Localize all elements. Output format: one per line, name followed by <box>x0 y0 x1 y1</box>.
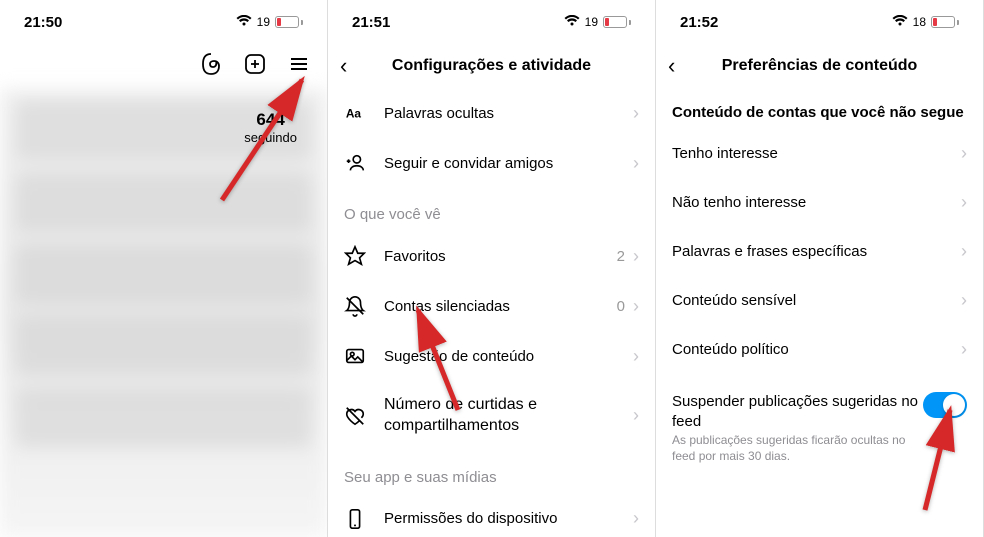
section-what-you-see: O que você vê <box>328 188 655 231</box>
annotation-arrow <box>895 400 975 525</box>
item-political-content[interactable]: Conteúdo político › <box>656 325 983 374</box>
toggle-label-group: Suspender publicações sugeridas no feed … <box>672 392 923 464</box>
status-bar: 21:52 18 <box>656 0 983 44</box>
item-permissions[interactable]: Permissões do dispositivo › <box>328 494 655 537</box>
settings-header: ‹ Preferências de conteúdo <box>656 44 983 88</box>
annotation-arrow <box>378 300 478 425</box>
toggle-sublabel: As publicações sugeridas ficarão ocultas… <box>672 433 923 464</box>
wifi-icon <box>564 14 580 31</box>
heart-off-icon <box>344 405 372 427</box>
screen-profile: 21:50 19 644 seguindo <box>0 0 328 537</box>
chevron-right-icon: › <box>961 143 967 164</box>
chevron-right-icon: › <box>961 339 967 360</box>
wifi-icon <box>892 14 908 31</box>
section-unfollowed-content: Conteúdo de contas que você não segue <box>656 88 983 129</box>
chevron-right-icon: › <box>961 241 967 262</box>
item-label: Não tenho interesse <box>672 194 961 211</box>
section-app-media: Seu app e suas mídias <box>328 451 655 494</box>
svg-text:Aa: Aa <box>346 107 362 121</box>
item-sensitive-content[interactable]: Conteúdo sensível › <box>656 276 983 325</box>
item-favorites[interactable]: Favoritos 2 › <box>328 231 655 281</box>
item-count: 0 <box>617 298 625 315</box>
photo-icon <box>344 345 372 367</box>
battery-icon <box>603 16 631 28</box>
back-button[interactable]: ‹ <box>668 53 675 79</box>
item-follow-invite[interactable]: Seguir e convidar amigos › <box>328 138 655 188</box>
annotation-arrow <box>202 70 322 215</box>
item-hidden-words[interactable]: Aa Palavras ocultas › <box>328 88 655 138</box>
item-label: Palavras e frases específicas <box>672 243 961 260</box>
star-icon <box>344 245 372 267</box>
wifi-icon <box>236 14 252 31</box>
status-bar: 21:51 19 <box>328 0 655 44</box>
item-label: Permissões do dispositivo <box>384 510 633 527</box>
battery-percent: 18 <box>913 15 926 29</box>
phone-icon <box>344 508 372 530</box>
battery-icon <box>275 16 303 28</box>
add-person-icon <box>344 152 372 174</box>
item-not-interested[interactable]: Não tenho interesse › <box>656 178 983 227</box>
chevron-right-icon: › <box>961 192 967 213</box>
chevron-right-icon: › <box>633 296 639 317</box>
page-title: Preferências de conteúdo <box>656 57 983 75</box>
bell-off-icon <box>344 295 372 317</box>
item-label: Favoritos <box>384 248 617 265</box>
item-label: Tenho interesse <box>672 145 961 162</box>
item-label: Seguir e convidar amigos <box>384 155 633 172</box>
page-title: Configurações e atividade <box>328 57 655 75</box>
status-time: 21:52 <box>680 14 718 31</box>
chevron-right-icon: › <box>633 246 639 267</box>
item-interested[interactable]: Tenho interesse › <box>656 129 983 178</box>
chevron-right-icon: › <box>633 405 639 426</box>
item-count: 2 <box>617 248 625 265</box>
battery-percent: 19 <box>257 15 270 29</box>
chevron-right-icon: › <box>961 290 967 311</box>
text-aa-icon: Aa <box>344 102 372 124</box>
item-label: Conteúdo político <box>672 341 961 358</box>
item-label: Palavras ocultas <box>384 105 633 122</box>
screen-content-preferences: 21:52 18 ‹ Preferências de conteúdo Cont… <box>656 0 984 537</box>
chevron-right-icon: › <box>633 103 639 124</box>
chevron-right-icon: › <box>633 508 639 529</box>
battery-percent: 19 <box>585 15 598 29</box>
status-right: 19 <box>236 14 303 31</box>
item-specific-words[interactable]: Palavras e frases específicas › <box>656 227 983 276</box>
status-right: 19 <box>564 14 631 31</box>
battery-icon <box>931 16 959 28</box>
chevron-right-icon: › <box>633 153 639 174</box>
status-right: 18 <box>892 14 959 31</box>
settings-header: ‹ Configurações e atividade <box>328 44 655 88</box>
status-time: 21:51 <box>352 14 390 31</box>
toggle-label: Suspender publicações sugeridas no feed <box>672 392 923 431</box>
back-button[interactable]: ‹ <box>340 53 347 79</box>
item-label: Conteúdo sensível <box>672 292 961 309</box>
screen-settings: 21:51 19 ‹ Configurações e atividade Aa … <box>328 0 656 537</box>
status-time: 21:50 <box>24 14 62 31</box>
chevron-right-icon: › <box>633 346 639 367</box>
status-bar: 21:50 19 <box>0 0 327 44</box>
